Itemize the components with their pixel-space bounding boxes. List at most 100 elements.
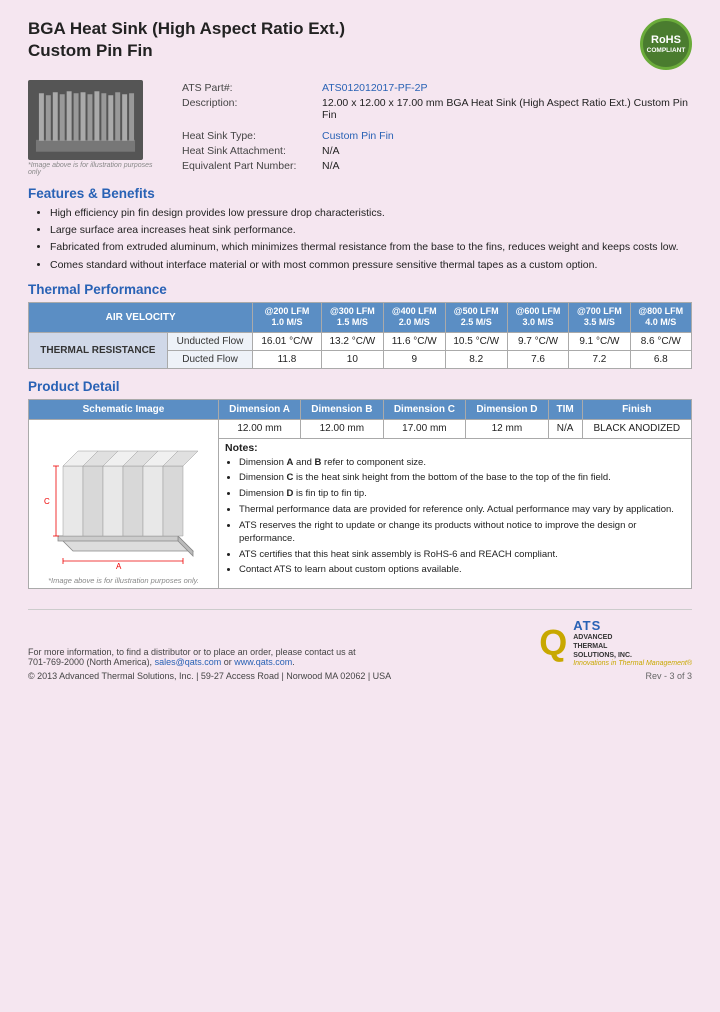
ats-logo-area: Q ATS ADVANCEDTHERMALSOLUTIONS, INC. Inn… xyxy=(539,618,692,681)
main-title: BGA Heat Sink (High Aspect Ratio Ext.) C… xyxy=(28,18,345,62)
finish-value: BLACK ANODIZED xyxy=(582,420,691,439)
lfm-header-0: @200 LFM1.0 M/S xyxy=(253,302,321,332)
lfm-header-3: @500 LFM2.5 M/S xyxy=(445,302,507,332)
dim-d-header: Dimension D xyxy=(466,400,549,420)
unducted-val-3: 10.5 °C/W xyxy=(445,333,507,351)
unducted-val-4: 9.7 °C/W xyxy=(507,333,568,351)
rohs-text: RoHS xyxy=(651,34,681,47)
ats-fullname: ADVANCEDTHERMALSOLUTIONS, INC. xyxy=(573,633,692,660)
schematic-image-area: C A xyxy=(35,423,205,573)
rohs-compliant: COMPLIANT xyxy=(647,47,686,55)
hs-type: Custom Pin Fin xyxy=(318,128,692,143)
unducted-val-6: 8.6 °C/W xyxy=(630,333,691,351)
lfm-header-2: @400 LFM2.0 M/S xyxy=(384,302,446,332)
ducted-val-4: 7.6 xyxy=(507,351,568,369)
note-5: ATS reserves the right to update or chan… xyxy=(239,520,685,546)
product-image-caption: *Image above is for illustration purpose… xyxy=(28,162,158,176)
lfm-header-4: @600 LFM3.0 M/S xyxy=(507,302,568,332)
spec-row-desc: Description: 12.00 x 12.00 x 17.00 mm BG… xyxy=(178,95,692,122)
note-2: Dimension C is the heat sink height from… xyxy=(239,472,685,485)
dim-b-header: Dimension B xyxy=(301,400,384,420)
ats-logo: Q ATS ADVANCEDTHERMALSOLUTIONS, INC. Inn… xyxy=(539,618,692,667)
hs-type-label: Heat Sink Type: xyxy=(178,128,318,143)
lfm-header-1: @300 LFM1.5 M/S xyxy=(321,302,383,332)
ats-q-symbol: Q xyxy=(539,625,567,661)
ducted-val-5: 7.2 xyxy=(569,351,630,369)
equiv-part: N/A xyxy=(318,158,692,173)
hs-attach-label: Heat Sink Attachment: xyxy=(178,143,318,158)
ducted-val-1: 10 xyxy=(321,351,383,369)
dim-c-header: Dimension C xyxy=(383,400,466,420)
note-7: Contact ATS to learn about custom option… xyxy=(239,564,685,577)
notes-cell: Notes: Dimension A and B refer to compon… xyxy=(219,438,692,588)
dim-b-value: 12.00 mm xyxy=(301,420,384,439)
notes-list: Dimension A and B refer to component siz… xyxy=(225,457,685,578)
unducted-val-2: 11.6 °C/W xyxy=(384,333,446,351)
tim-header: TIM xyxy=(548,400,582,420)
header-row: BGA Heat Sink (High Aspect Ratio Ext.) C… xyxy=(28,18,692,70)
spec-row-type: Heat Sink Type: Custom Pin Fin xyxy=(178,128,692,143)
thermal-header-row: AIR VELOCITY @200 LFM1.0 M/S @300 LFM1.5… xyxy=(29,302,692,332)
ats-tagline: Innovations in Thermal Management® xyxy=(573,660,692,667)
page: BGA Heat Sink (High Aspect Ratio Ext.) C… xyxy=(0,0,720,1012)
ducted-val-6: 6.8 xyxy=(630,351,691,369)
svg-text:A: A xyxy=(116,562,122,571)
schematic-header: Schematic Image xyxy=(29,400,219,420)
thermal-title: Thermal Performance xyxy=(28,282,692,297)
spec-table: ATS Part#: ATS012012017-PF-2P Descriptio… xyxy=(178,80,692,173)
note-6: ATS certifies that this heat sink assemb… xyxy=(239,549,685,562)
unducted-val-5: 9.1 °C/W xyxy=(569,333,630,351)
footer-copyright: © 2013 Advanced Thermal Solutions, Inc. … xyxy=(28,671,391,681)
spec-row-equiv: Equivalent Part Number: N/A xyxy=(178,158,692,173)
detail-table: Schematic Image Dimension A Dimension B … xyxy=(28,399,692,589)
feature-2: Large surface area increases heat sink p… xyxy=(50,223,692,237)
title-line2: Custom Pin Fin xyxy=(28,41,153,60)
schematic-svg: C A xyxy=(38,426,203,571)
note-3: Dimension D is fin tip to fin tip. xyxy=(239,488,685,501)
footer-left: For more information, to find a distribu… xyxy=(28,647,391,681)
footer-area: For more information, to find a distribu… xyxy=(28,609,692,681)
feature-3: Fabricated from extruded aluminum, which… xyxy=(50,240,692,254)
unducted-val-0: 16.01 °C/W xyxy=(253,333,321,351)
page-number: Rev - 3 of 3 xyxy=(645,671,692,681)
tim-value: N/A xyxy=(548,420,582,439)
spec-row-attach: Heat Sink Attachment: N/A xyxy=(178,143,692,158)
ducted-val-3: 8.2 xyxy=(445,351,507,369)
detail-header-row: Schematic Image Dimension A Dimension B … xyxy=(29,400,692,420)
unducted-label: Unducted Flow xyxy=(167,333,252,351)
note-4: Thermal performance data are provided fo… xyxy=(239,504,685,517)
product-detail-title: Product Detail xyxy=(28,379,692,394)
title-line1: BGA Heat Sink (High Aspect Ratio Ext.) xyxy=(28,19,345,38)
description: 12.00 x 12.00 x 17.00 mm BGA Heat Sink (… xyxy=(318,95,692,122)
part-number: ATS012012017-PF-2P xyxy=(318,80,692,95)
notes-title: Notes: xyxy=(225,442,685,454)
dim-d-value: 12 mm xyxy=(466,420,549,439)
rohs-badge: RoHS COMPLIANT xyxy=(640,18,692,70)
features-title: Features & Benefits xyxy=(28,186,692,201)
dim-a-value: 12.00 mm xyxy=(219,420,301,439)
heat-sink-svg xyxy=(31,85,140,157)
ducted-val-2: 9 xyxy=(384,351,446,369)
product-specs: ATS Part#: ATS012012017-PF-2P Descriptio… xyxy=(178,80,692,173)
desc-label: Description: xyxy=(178,95,318,122)
equiv-part-label: Equivalent Part Number: xyxy=(178,158,318,173)
ducted-val-0: 11.8 xyxy=(253,351,321,369)
hs-attach: N/A xyxy=(318,143,692,158)
dim-a-header: Dimension A xyxy=(219,400,301,420)
schematic-caption: *Image above is for illustration purpose… xyxy=(35,576,212,585)
unducted-val-1: 13.2 °C/W xyxy=(321,333,383,351)
thermal-table: AIR VELOCITY @200 LFM1.0 M/S @300 LFM1.5… xyxy=(28,302,692,369)
ats-text: ATS ADVANCEDTHERMALSOLUTIONS, INC. Innov… xyxy=(573,618,692,667)
schematic-cell: C A *Image above is for illustration pur… xyxy=(29,420,219,589)
footer-web[interactable]: www.qats.com xyxy=(234,657,292,667)
air-velocity-header: AIR VELOCITY xyxy=(29,302,253,332)
footer-contact: For more information, to find a distribu… xyxy=(28,647,391,667)
product-image-area: *Image above is for illustration purpose… xyxy=(28,80,158,176)
footer-email[interactable]: sales@qats.com xyxy=(155,657,222,667)
unducted-row: THERMAL RESISTANCE Unducted Flow 16.01 °… xyxy=(29,333,692,351)
feature-4: Comes standard without interface materia… xyxy=(50,258,692,272)
spec-row-part: ATS Part#: ATS012012017-PF-2P xyxy=(178,80,692,95)
product-info-row: *Image above is for illustration purpose… xyxy=(28,80,692,176)
finish-header: Finish xyxy=(582,400,691,420)
ats-name: ATS xyxy=(573,618,692,633)
